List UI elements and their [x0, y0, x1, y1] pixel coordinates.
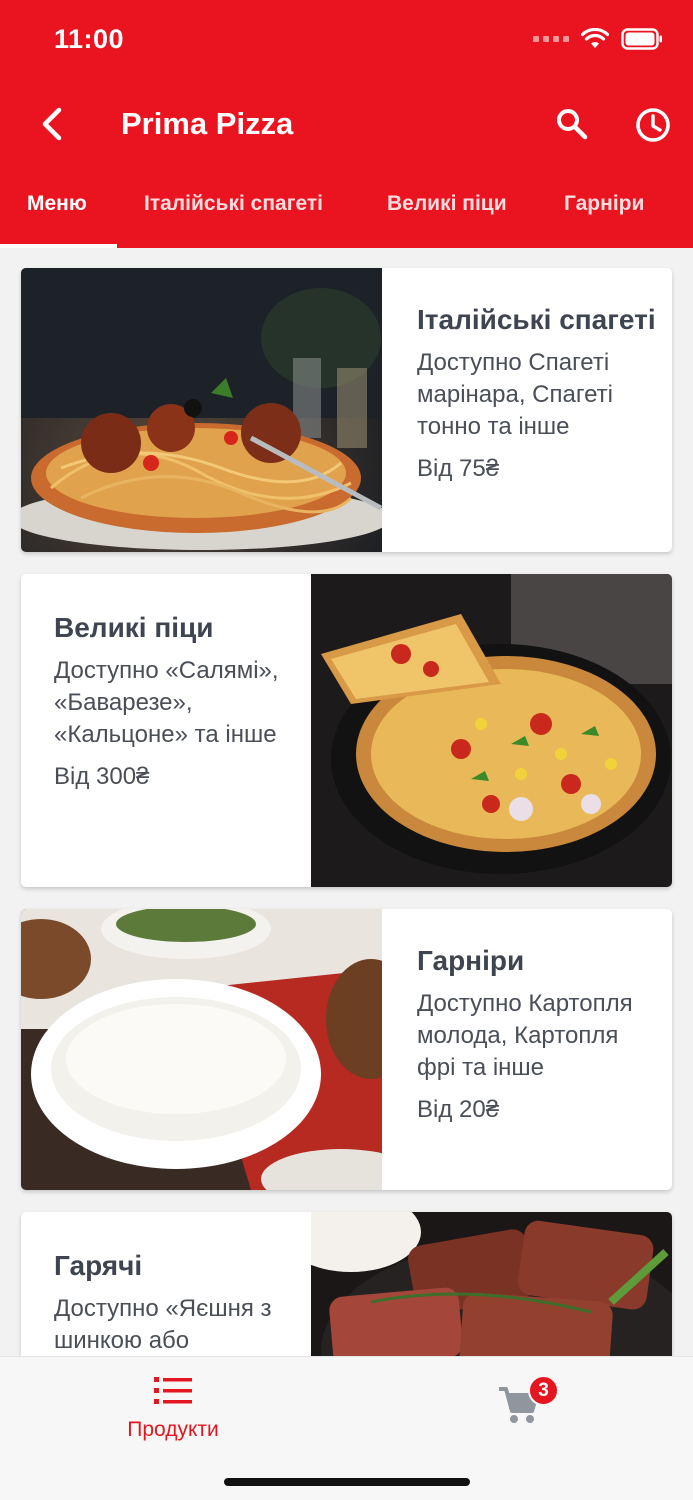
card-title: Гарячі [54, 1250, 143, 1281]
search-button[interactable] [552, 104, 592, 144]
card-text: Гарячі Доступно «Яєшня з шинкою або [54, 1212, 309, 1356]
card-title: Гарніри [417, 945, 525, 976]
tab-side-dishes[interactable]: Гарніри [564, 192, 644, 216]
card-text: Гарніри Доступно Картопля молода, Картоп… [417, 909, 662, 1126]
status-time: 11:00 [54, 24, 125, 54]
wifi-icon [581, 28, 609, 50]
pizza-photo [311, 574, 672, 887]
status-icons [533, 28, 663, 50]
card-price: Від 300₴ [54, 763, 150, 790]
card-description: Доступно «Яєшня з шинкою або [54, 1295, 272, 1354]
back-button[interactable] [32, 104, 72, 144]
rice-photo [21, 909, 382, 1190]
spaghetti-photo [21, 268, 382, 552]
tab-italian-spaghetti[interactable]: Італійські спагеті [144, 192, 323, 216]
app-header: 11:00 Prima Pizza Меню Італійські спагет… [0, 0, 693, 248]
card-price: Від 75₴ [417, 455, 500, 482]
category-tabs: Меню Італійські спагеті Великі піци Гарн… [0, 180, 693, 248]
search-icon [557, 109, 588, 140]
history-button[interactable] [632, 104, 674, 146]
cellular-signal-icon [533, 36, 569, 42]
category-card-spaghetti[interactable]: Італійські спагеті Доступно Спагеті марі… [21, 268, 672, 552]
clock-icon [636, 108, 670, 142]
nav-products[interactable]: Продукти [115, 1375, 231, 1442]
card-title: Великі піци [54, 612, 214, 643]
category-card-hot[interactable]: Гарячі Доступно «Яєшня з шинкою або [21, 1212, 672, 1356]
cart-count-badge: 3 [528, 1375, 559, 1406]
page-title: Prima Pizza [121, 106, 294, 141]
battery-icon [621, 28, 663, 50]
steak-photo [311, 1212, 672, 1356]
chevron-left-icon [42, 107, 62, 141]
card-price: Від 20₴ [417, 1096, 500, 1123]
list-icon [154, 1377, 192, 1404]
card-description: Доступно «Салямі», «Баварезе», «Кальцоне… [54, 657, 279, 748]
card-description: Доступно Спагеті марінара, Спагеті тонно… [417, 349, 613, 440]
home-indicator[interactable] [224, 1478, 470, 1486]
card-text: Італійські спагеті Доступно Спагеті марі… [417, 268, 662, 485]
tab-large-pizzas[interactable]: Великі піци [387, 192, 507, 216]
category-card-pizza[interactable]: Великі піци Доступно «Салямі», «Баварезе… [21, 574, 672, 887]
tab-menu[interactable]: Меню [27, 192, 87, 216]
nav-products-label: Продукти [127, 1418, 219, 1441]
category-card-sides[interactable]: Гарніри Доступно Картопля молода, Картоп… [21, 909, 672, 1190]
category-list: Італійські спагеті Доступно Спагеті марі… [0, 248, 693, 1356]
card-text: Великі піци Доступно «Салямі», «Баварезе… [54, 574, 309, 793]
card-title: Італійські спагеті [417, 304, 656, 335]
card-description: Доступно Картопля молода, Картопля фрі т… [417, 990, 633, 1081]
